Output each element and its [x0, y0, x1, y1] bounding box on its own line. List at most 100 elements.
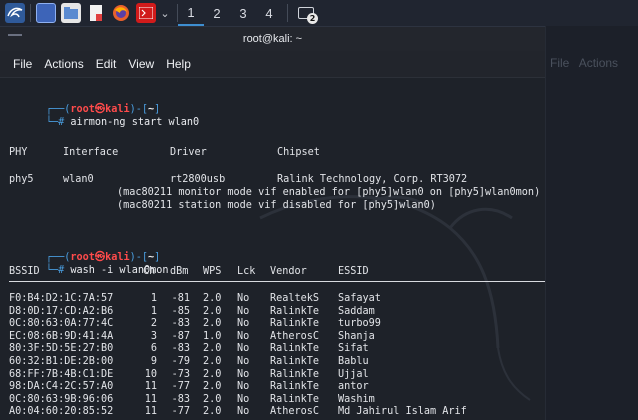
- wash-cell-dbm: -77: [171, 406, 190, 418]
- wash-cell-bssid: 60:32:B1:DE:2B:00: [9, 356, 114, 367]
- wash-cell-wps: 2.0: [203, 293, 222, 304]
- taskbar-separator: [30, 4, 31, 22]
- menu-help[interactable]: Help: [166, 57, 191, 71]
- wash-cell-essid: turbo99: [338, 318, 381, 330]
- wash-cell-ch: 1: [150, 305, 157, 317]
- wash-header-essid: ESSID: [338, 266, 369, 277]
- bg-menu-file: File: [550, 56, 570, 70]
- wash-cell-ch: 11: [144, 381, 157, 393]
- workspace-2[interactable]: 2: [204, 0, 230, 26]
- menu-bar: File Actions Edit View Help: [0, 51, 545, 78]
- wash-cell-dbm: -83: [171, 318, 190, 330]
- workspace-3[interactable]: 3: [230, 0, 256, 26]
- wash-cell-bssid: A0:04:60:20:85:52: [9, 406, 114, 418]
- airmon-note: (mac80211 monitor mode vif enabled for […: [117, 187, 541, 198]
- airmon-phy: phy5: [9, 174, 34, 185]
- wash-cell-essid: Safayat: [338, 293, 381, 304]
- wash-cell-ch: 9: [150, 356, 157, 367]
- wash-cell-vendor: RalinkTe: [270, 343, 320, 355]
- terminal-output[interactable]: ┌──(root㉿kali)-[~] └─# airmon-ng start w…: [0, 78, 545, 420]
- airmon-driver: rt2800usb: [170, 174, 226, 185]
- wash-cell-vendor: RalinkTe: [270, 368, 320, 380]
- wash-cell-wps: 2.0: [203, 318, 222, 330]
- airmon-interface: wlan0: [63, 174, 94, 185]
- wash-cell-wps: 2.0: [203, 305, 222, 317]
- wash-cell-ch: 11: [144, 393, 157, 405]
- wash-cell-ch: 1: [150, 293, 157, 304]
- wash-cell-essid: Sifat: [338, 343, 369, 355]
- command-line: └─# airmon-ng start wlan0: [9, 103, 199, 128]
- wash-cell-wps: 2.0: [203, 343, 222, 355]
- table-divider: [9, 281, 545, 282]
- firefox-icon[interactable]: [111, 3, 131, 23]
- wash-cell-lck: No: [237, 343, 250, 355]
- wash-cell-lck: No: [237, 356, 250, 367]
- chevron-down-icon[interactable]: ⌄: [158, 7, 172, 20]
- wash-cell-dbm: -87: [171, 330, 190, 342]
- workspace-4[interactable]: 4: [256, 0, 282, 26]
- airmon-note: (mac80211 station mode vif disabled for …: [117, 200, 436, 211]
- file-manager-icon[interactable]: [61, 3, 81, 23]
- wash-cell-dbm: -85: [171, 305, 190, 317]
- taskbar: ⌄ 1 2 3 4 2: [0, 0, 638, 27]
- wash-cell-ch: 2: [150, 318, 157, 330]
- wash-cell-wps: 1.0: [203, 330, 222, 342]
- wash-cell-dbm: -83: [171, 393, 190, 405]
- wash-cell-lck: No: [237, 293, 250, 304]
- airmon-header-interface: Interface: [63, 147, 119, 158]
- background-menubar: File Actions: [550, 56, 618, 70]
- menu-view[interactable]: View: [128, 57, 154, 71]
- wash-cell-wps: 2.0: [203, 393, 222, 405]
- wash-header-ch: Ch: [143, 266, 156, 277]
- wash-cell-lck: No: [237, 406, 250, 418]
- wash-cell-lck: No: [237, 381, 250, 393]
- wash-cell-ch: 6: [150, 343, 157, 355]
- wash-cell-lck: No: [237, 318, 250, 330]
- wash-header-vendor: Vendor: [270, 266, 307, 277]
- wash-cell-wps: 2.0: [203, 406, 222, 418]
- wash-cell-dbm: -73: [171, 368, 190, 380]
- wash-cell-essid: antor: [338, 381, 369, 393]
- menu-file[interactable]: File: [13, 57, 32, 71]
- wash-header-bssid: BSSID: [9, 266, 40, 277]
- text-editor-icon[interactable]: [86, 3, 106, 23]
- wash-cell-bssid: 0C:80:63:9B:96:06: [9, 393, 114, 405]
- wash-cell-wps: 2.0: [203, 368, 222, 380]
- prompt-hash: └─#: [45, 265, 65, 276]
- terminal-window[interactable]: root@kali: ~ File Actions Edit View Help…: [0, 27, 545, 420]
- menu-edit[interactable]: Edit: [96, 57, 117, 71]
- terminal-launcher-icon[interactable]: [136, 3, 156, 23]
- airmon-header-driver: Driver: [170, 147, 207, 158]
- wash-cell-vendor: RalinkTe: [270, 393, 320, 405]
- wash-cell-ch: 11: [144, 406, 157, 418]
- wash-cell-lck: No: [237, 330, 250, 342]
- wash-cell-vendor: AtherosC: [270, 406, 320, 418]
- wash-cell-bssid: 68:FF:7B:4B:C1:DE: [9, 368, 114, 380]
- wash-cell-vendor: RalinkTe: [270, 305, 320, 317]
- wash-cell-dbm: -81: [171, 293, 190, 304]
- menu-actions[interactable]: Actions: [44, 57, 83, 71]
- wash-cell-bssid: 0C:80:63:0A:77:4C: [9, 318, 114, 330]
- wash-cell-bssid: 80:3F:5D:5E:27:B0: [9, 343, 114, 355]
- wash-cell-lck: No: [237, 368, 250, 380]
- workspace-1[interactable]: 1: [178, 0, 204, 26]
- wash-cell-wps: 2.0: [203, 381, 222, 393]
- terminal-task-button[interactable]: 2: [294, 2, 318, 24]
- window-menu-icon[interactable]: [8, 34, 22, 36]
- kali-menu-icon[interactable]: [5, 3, 25, 23]
- title-bar[interactable]: root@kali: ~: [0, 27, 545, 51]
- wash-cell-essid: Saddam: [338, 305, 375, 317]
- wash-header-lck: Lck: [237, 266, 256, 277]
- background-terminal-window[interactable]: File Actions: [545, 26, 638, 420]
- wash-cell-vendor: RalinkTe: [270, 381, 320, 393]
- desktop-icon[interactable]: [36, 3, 56, 23]
- wash-cell-vendor: AtherosC: [270, 330, 320, 342]
- prompt-line: ┌──(root㉿kali)-[~]: [45, 104, 161, 115]
- wash-header-wps: WPS: [203, 266, 222, 277]
- command-line: └─# wash -i wlan0mon: [9, 251, 169, 276]
- wash-cell-bssid: EC:08:6B:9D:41:4A: [9, 330, 114, 342]
- wash-cell-essid: Md Jahirul Islam Arif: [338, 406, 467, 418]
- wash-cell-essid: Shanja: [338, 330, 375, 342]
- wash-header-dbm: dBm: [170, 266, 189, 277]
- wash-cell-bssid: 98:DA:C4:2C:57:A0: [9, 381, 114, 393]
